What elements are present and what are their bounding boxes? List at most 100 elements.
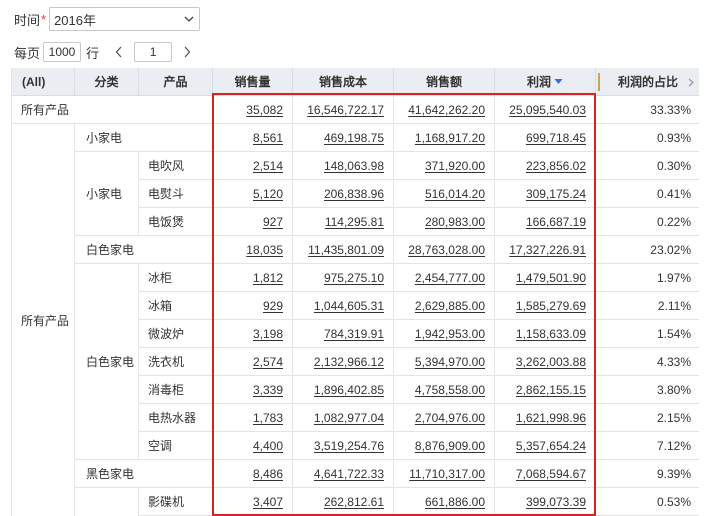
sales-cost-cell[interactable]: 114,295.81 xyxy=(293,208,394,236)
sales-qty-cell-value[interactable]: 1,783 xyxy=(253,411,283,425)
sales-amount-cell[interactable]: 5,394,970.00 xyxy=(394,348,495,376)
profit-cell-value[interactable]: 1,621,998.96 xyxy=(516,411,586,425)
sales-qty-cell[interactable]: 4,400 xyxy=(213,432,293,460)
chevron-right-icon[interactable] xyxy=(688,78,694,87)
sales-cost-cell-value[interactable]: 1,082,977.04 xyxy=(314,411,384,425)
sales-qty-cell[interactable]: 927 xyxy=(213,208,293,236)
sales-qty-cell[interactable]: 1,812 xyxy=(213,264,293,292)
sales-qty-cell-value[interactable]: 4,400 xyxy=(253,439,283,453)
sales-amount-cell[interactable]: 41,642,262.20 xyxy=(394,96,495,124)
sales-qty-cell-value[interactable]: 35,082 xyxy=(246,103,283,117)
sales-amount-cell[interactable]: 11,710,317.00 xyxy=(394,460,495,488)
sales-amount-cell-value[interactable]: 5,394,970.00 xyxy=(415,355,485,369)
sales-cost-cell[interactable]: 784,319.91 xyxy=(293,320,394,348)
profit-cell[interactable]: 1,621,998.96 xyxy=(495,404,596,432)
sales-amount-cell-value[interactable]: 1,942,953.00 xyxy=(415,327,485,341)
sales-cost-cell[interactable]: 469,198.75 xyxy=(293,124,394,152)
profit-cell[interactable]: 1,585,279.69 xyxy=(495,292,596,320)
profit-cell[interactable]: 166,687.19 xyxy=(495,208,596,236)
profit-cell-value[interactable]: 166,687.19 xyxy=(526,215,586,229)
sales-amount-cell-value[interactable]: 371,920.00 xyxy=(425,159,485,173)
sales-amount-cell-value[interactable]: 4,758,558.00 xyxy=(415,383,485,397)
sales-cost-cell[interactable]: 1,044,605.31 xyxy=(293,292,394,320)
sales-qty-cell-value[interactable]: 3,198 xyxy=(253,327,283,341)
sales-cost-cell-value[interactable]: 206,838.96 xyxy=(324,187,384,201)
sales-amount-cell-value[interactable]: 280,983.00 xyxy=(425,215,485,229)
sales-cost-cell-value[interactable]: 1,044,605.31 xyxy=(314,299,384,313)
sales-qty-cell-value[interactable]: 2,514 xyxy=(253,159,283,173)
column-resize-handle[interactable] xyxy=(598,73,600,91)
sales-cost-cell-value[interactable]: 11,435,801.09 xyxy=(308,243,384,257)
sales-qty-cell[interactable]: 3,339 xyxy=(213,376,293,404)
sales-cost-cell[interactable]: 3,519,254.76 xyxy=(293,432,394,460)
page-number-input[interactable]: 1 xyxy=(134,42,173,62)
header-sales-cost[interactable]: 销售成本 xyxy=(293,68,394,96)
profit-cell-value[interactable]: 309,175.24 xyxy=(526,187,586,201)
profit-cell[interactable]: 5,357,654.24 xyxy=(495,432,596,460)
header-sales-amount[interactable]: 销售额 xyxy=(394,68,495,96)
sales-qty-cell[interactable]: 8,561 xyxy=(213,124,293,152)
profit-cell[interactable]: 1,158,633.09 xyxy=(495,320,596,348)
profit-cell-value[interactable]: 7,068,594.67 xyxy=(516,467,586,481)
sales-qty-cell-value[interactable]: 929 xyxy=(263,299,283,313)
sales-amount-cell-value[interactable]: 661,886.00 xyxy=(425,495,485,509)
sales-amount-cell[interactable]: 28,763,028.00 xyxy=(394,236,495,264)
sales-cost-cell[interactable]: 2,132,966.12 xyxy=(293,348,394,376)
profit-cell-value[interactable]: 1,479,501.90 xyxy=(516,271,586,285)
sales-cost-cell-value[interactable]: 3,519,254.76 xyxy=(314,439,384,453)
sales-amount-cell-value[interactable]: 2,704,976.00 xyxy=(415,411,485,425)
profit-cell-value[interactable]: 3,262,003.88 xyxy=(516,355,586,369)
sales-cost-cell-value[interactable]: 4,641,722.33 xyxy=(314,467,384,481)
sales-amount-cell-value[interactable]: 2,454,777.00 xyxy=(415,271,485,285)
profit-cell[interactable]: 17,327,226.91 xyxy=(495,236,596,264)
profit-cell[interactable]: 399,073.39 xyxy=(495,488,596,516)
sales-qty-cell-value[interactable]: 2,574 xyxy=(253,355,283,369)
sales-amount-cell-value[interactable]: 8,876,909.00 xyxy=(415,439,485,453)
header-all[interactable]: (All) xyxy=(12,68,75,96)
profit-cell[interactable]: 3,262,003.88 xyxy=(495,348,596,376)
sales-qty-cell-value[interactable]: 8,486 xyxy=(253,467,283,481)
sales-cost-cell[interactable]: 975,275.10 xyxy=(293,264,394,292)
profit-cell[interactable]: 223,856.02 xyxy=(495,152,596,180)
sales-amount-cell[interactable]: 4,758,558.00 xyxy=(394,376,495,404)
header-product[interactable]: 产品 xyxy=(139,68,213,96)
profit-cell-value[interactable]: 399,073.39 xyxy=(526,495,586,509)
sort-desc-icon[interactable] xyxy=(554,77,563,86)
sales-qty-cell-value[interactable]: 3,407 xyxy=(253,495,283,509)
sales-amount-cell-value[interactable]: 41,642,262.20 xyxy=(408,103,485,117)
sales-qty-cell-value[interactable]: 5,120 xyxy=(253,187,283,201)
profit-cell-value[interactable]: 5,357,654.24 xyxy=(516,439,586,453)
sales-amount-cell[interactable]: 2,454,777.00 xyxy=(394,264,495,292)
time-select[interactable]: 2016年 xyxy=(49,7,201,31)
profit-cell-value[interactable]: 699,718.45 xyxy=(526,131,586,145)
sales-cost-cell-value[interactable]: 975,275.10 xyxy=(324,271,384,285)
sales-cost-cell-value[interactable]: 469,198.75 xyxy=(324,131,384,145)
sales-cost-cell[interactable]: 1,082,977.04 xyxy=(293,404,394,432)
sales-amount-cell[interactable]: 8,876,909.00 xyxy=(394,432,495,460)
sales-amount-cell-value[interactable]: 2,629,885.00 xyxy=(415,299,485,313)
sales-qty-cell-value[interactable]: 3,339 xyxy=(253,383,283,397)
profit-cell[interactable]: 309,175.24 xyxy=(495,180,596,208)
sales-qty-cell[interactable]: 2,574 xyxy=(213,348,293,376)
profit-cell[interactable]: 7,068,594.67 xyxy=(495,460,596,488)
sales-amount-cell-value[interactable]: 28,763,028.00 xyxy=(408,243,485,257)
sales-qty-cell[interactable]: 2,514 xyxy=(213,152,293,180)
sales-cost-cell[interactable]: 1,896,402.85 xyxy=(293,376,394,404)
sales-amount-cell[interactable]: 371,920.00 xyxy=(394,152,495,180)
profit-cell[interactable]: 2,862,155.15 xyxy=(495,376,596,404)
sales-qty-cell-value[interactable]: 18,035 xyxy=(246,243,283,257)
sales-qty-cell[interactable]: 929 xyxy=(213,292,293,320)
sales-cost-cell-value[interactable]: 16,546,722.17 xyxy=(307,103,384,117)
sales-cost-cell-value[interactable]: 2,132,966.12 xyxy=(314,355,384,369)
sales-cost-cell[interactable]: 11,435,801.09 xyxy=(293,236,394,264)
prev-page-button[interactable] xyxy=(112,42,126,62)
sales-qty-cell[interactable]: 1,783 xyxy=(213,404,293,432)
sales-qty-cell[interactable]: 3,407 xyxy=(213,488,293,516)
sales-qty-cell-value[interactable]: 8,561 xyxy=(253,131,283,145)
sales-cost-cell[interactable]: 4,641,722.33 xyxy=(293,460,394,488)
profit-cell[interactable]: 1,479,501.90 xyxy=(495,264,596,292)
header-sales-qty[interactable]: 销售量 xyxy=(213,68,293,96)
sales-cost-cell-value[interactable]: 114,295.81 xyxy=(325,215,384,229)
header-category[interactable]: 分类 xyxy=(75,68,139,96)
sales-cost-cell-value[interactable]: 148,063.98 xyxy=(324,159,384,173)
